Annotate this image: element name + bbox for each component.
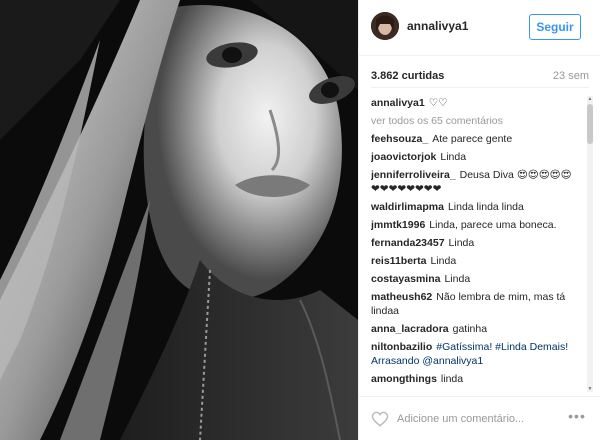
- comment-text: Linda linda linda: [447, 201, 524, 213]
- avatar[interactable]: [371, 12, 399, 40]
- list-item: joaovictorjok Linda: [371, 150, 579, 164]
- list-item: anna_lacradora gatinha: [371, 322, 579, 336]
- scroll-thumb[interactable]: [587, 104, 593, 144]
- comments-scrollbar[interactable]: ▲ ▼: [587, 96, 593, 392]
- selfie-image: [0, 0, 358, 440]
- comment-text: Linda, parece uma boneca.: [429, 219, 557, 231]
- list-item: jenniferroliveira_ Deusa Diva 😍😍😍😍😍❤❤❤❤❤❤…: [371, 168, 579, 196]
- caption-text: ♡♡: [428, 97, 448, 109]
- comment-text: Ate parece gente: [432, 133, 513, 145]
- comment-username[interactable]: fernanda23457: [371, 237, 445, 249]
- list-item: matheush62 Não lembra de mim, mas tá lind…: [371, 290, 579, 318]
- comment-text: gatinha: [452, 323, 488, 335]
- list-item: costayasmina Linda: [371, 272, 579, 286]
- list-item: amongthings linda: [371, 372, 579, 386]
- caption-username[interactable]: annalivya1: [371, 97, 425, 109]
- comment-text: Linda: [444, 273, 471, 285]
- comment-username[interactable]: joaovictorjok: [371, 151, 436, 163]
- list-item: waldirlimapma Linda linda linda: [371, 200, 579, 214]
- comment-username[interactable]: jenniferroliveira_: [371, 169, 456, 181]
- scroll-down-icon[interactable]: ▼: [587, 386, 593, 392]
- comments-list: annalivya1 ♡♡ ver todos os 65 comentários…: [371, 96, 579, 392]
- comment-text: linda: [440, 373, 464, 385]
- comment-text: Linda: [430, 255, 457, 267]
- post-age[interactable]: 23 sem: [553, 70, 589, 82]
- post-header: annalivya1 Seguir: [359, 0, 600, 56]
- comment-username[interactable]: waldirlimapma: [371, 201, 444, 213]
- add-comment-input[interactable]: [397, 410, 547, 428]
- heart-outline-icon[interactable]: [371, 410, 389, 428]
- post-details-panel: annalivya1 Seguir 3.862 curtidas 23 sem …: [358, 0, 600, 440]
- username-link[interactable]: annalivya1: [407, 19, 468, 33]
- scroll-up-icon[interactable]: ▲: [587, 96, 593, 102]
- comment-username[interactable]: costayasmina: [371, 273, 440, 285]
- comment-username[interactable]: amongthings: [371, 373, 437, 385]
- list-item: fernanda23457 Linda: [371, 236, 579, 250]
- ellipsis-icon[interactable]: •••: [563, 409, 591, 428]
- likes-count[interactable]: 3.862 curtidas: [371, 70, 444, 82]
- comment-text: Linda: [448, 237, 475, 249]
- avatar-image: [371, 12, 399, 40]
- comment-username[interactable]: feehsouza_: [371, 133, 428, 145]
- list-item: feehsouza_ Ate parece gente: [371, 132, 579, 146]
- caption: annalivya1 ♡♡: [371, 96, 579, 110]
- list-item: reis11berta Linda: [371, 254, 579, 268]
- post-photo: [0, 0, 358, 440]
- view-all-comments-link[interactable]: ver todos os 65 comentários: [371, 114, 579, 128]
- list-item: jmmtk1996 Linda, parece uma boneca.: [371, 218, 579, 232]
- comment-username[interactable]: niltonbazilio: [371, 341, 432, 353]
- comment-username[interactable]: anna_lacradora: [371, 323, 449, 335]
- comment-username[interactable]: jmmtk1996: [371, 219, 425, 231]
- post-stats: 3.862 curtidas 23 sem: [371, 66, 589, 88]
- comment-text: Linda: [440, 151, 467, 163]
- list-item: niltonbazilio #Gatíssima! #Linda Demais! …: [371, 340, 579, 368]
- comment-username[interactable]: matheush62: [371, 291, 432, 303]
- comment-bar: •••: [359, 396, 600, 440]
- follow-button[interactable]: Seguir: [529, 14, 581, 40]
- comment-username[interactable]: reis11berta: [371, 255, 426, 267]
